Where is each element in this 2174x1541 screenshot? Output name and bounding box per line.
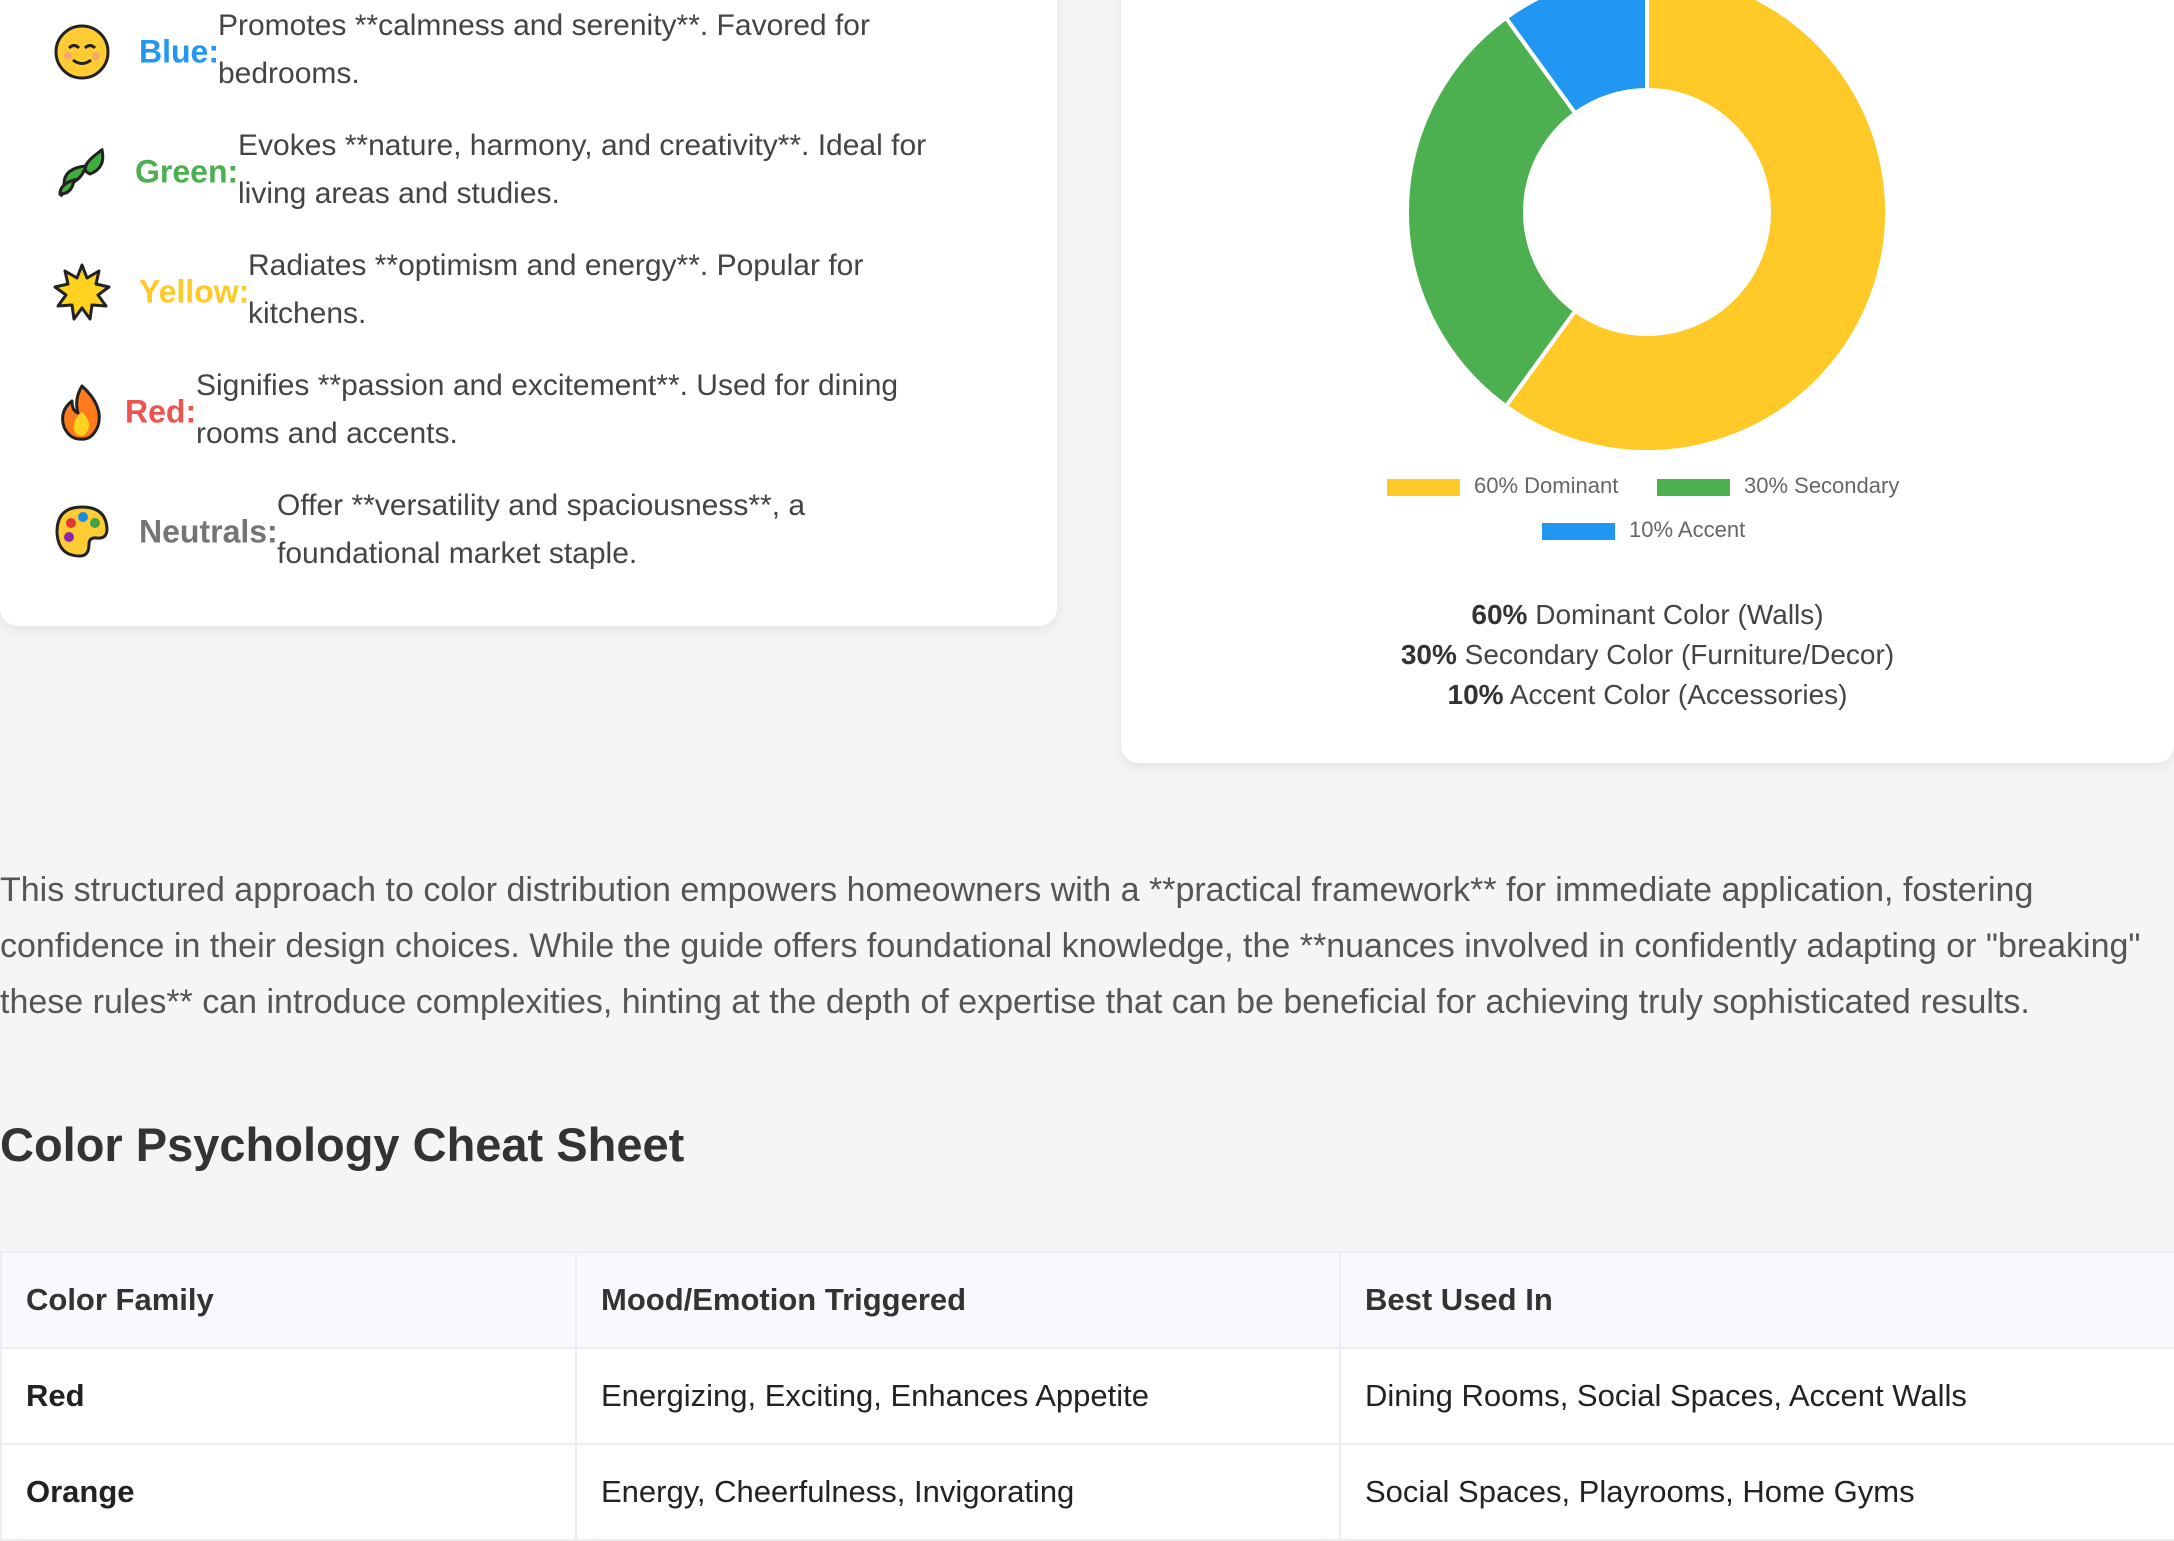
ratio-description: Accent Color (Accessories)	[1503, 679, 1848, 710]
legend-swatch-dominant	[1387, 479, 1460, 496]
cheat-sheet-table: Color Family Mood/Emotion Triggered Best…	[0, 1251, 2174, 1541]
color-mood-item-yellow: Yellow: Radiates **optimism and energy**.…	[52, 242, 1012, 342]
color-name-label: Green:	[135, 153, 239, 190]
mood-cell: Energy, Cheerfulness, Invigorating	[575, 1443, 1341, 1541]
ratio-percent: 30%	[1400, 639, 1457, 670]
color-mood-item-green: Green: Evokes **nature, harmony, and crea…	[52, 122, 1012, 222]
color-name-label: Yellow:	[139, 273, 250, 310]
legend-label-secondary: 30% Secondary	[1744, 473, 1900, 498]
column-header: Color Family	[0, 1251, 577, 1349]
ratio-percent: 10%	[1447, 679, 1504, 710]
summary-paragraph: This structured approach to color distri…	[0, 871, 2141, 1021]
legend-label-accent: 10% Accent	[1629, 517, 1746, 542]
color-mood-item-red: Red: Signifies **passion and excitement**…	[52, 362, 1012, 462]
ratio-note-accent: 10% Accent Color (Accessories)	[1121, 679, 2174, 711]
cheat-sheet-title: Color Psychology Cheat Sheet	[0, 1118, 685, 1171]
column-header: Best Used In	[1339, 1251, 2174, 1349]
best-used-cell: Social Spaces, Playrooms, Home Gyms	[1339, 1443, 2174, 1541]
ratio-description: Dominant Color (Walls)	[1527, 599, 1824, 630]
ratio-description: Secondary Color (Furniture/Decor)	[1456, 639, 1895, 670]
palette-icon	[52, 502, 112, 562]
legend-label-dominant: 60% Dominant	[1474, 473, 1619, 498]
color-description: Offer **versatility and spaciousness**, …	[277, 489, 806, 570]
color-mood-item-blue: Blue: Promotes **calmness and serenity**.…	[52, 2, 1012, 102]
color-name-label: Blue:	[139, 33, 219, 70]
color-ratio-card: 60% Dominant 30% Secondary 10% Accent 60…	[1121, 0, 2174, 763]
color-description: Evokes **nature, harmony, and creativity…	[238, 129, 927, 210]
best-used-cell: Dining Rooms, Social Spaces, Accent Wall…	[1339, 1347, 2174, 1445]
ratio-note-secondary: 30% Secondary Color (Furniture/Decor)	[1121, 639, 2174, 671]
fire-icon	[52, 382, 112, 442]
color-mood-card: Blue: Promotes **calmness and serenity**.…	[0, 0, 1057, 626]
column-header: Mood/Emotion Triggered	[575, 1251, 1341, 1349]
color-family-cell: Orange	[0, 1443, 577, 1541]
leaf-icon	[52, 142, 112, 202]
color-mood-item-neutrals: Neutrals: Offer **versatility and spaciou…	[52, 482, 1012, 582]
sun-icon	[52, 262, 112, 322]
ratio-donut-chart	[1405, 0, 1889, 454]
ratio-percent: 60%	[1471, 599, 1528, 630]
table-row: Orange Energy, Cheerfulness, Invigoratin…	[0, 1443, 2174, 1541]
relieved-face-icon	[52, 22, 112, 82]
table-row: Red Energizing, Exciting, Enhances Appet…	[0, 1347, 2174, 1445]
color-name-label: Neutrals:	[139, 513, 278, 550]
color-description: Signifies **passion and excitement**. Us…	[196, 369, 899, 450]
legend-swatch-secondary	[1657, 479, 1730, 496]
color-description: Promotes **calmness and serenity**. Favo…	[218, 9, 870, 90]
table-header-row: Color Family Mood/Emotion Triggered Best…	[0, 1251, 2174, 1349]
ratio-note-dominant: 60% Dominant Color (Walls)	[1121, 599, 2174, 631]
color-name-label: Red:	[125, 393, 197, 430]
mood-cell: Energizing, Exciting, Enhances Appetite	[575, 1347, 1341, 1445]
legend-swatch-accent	[1542, 523, 1615, 540]
color-family-cell: Red	[0, 1347, 577, 1445]
color-description: Radiates **optimism and energy**. Popula…	[248, 249, 864, 330]
